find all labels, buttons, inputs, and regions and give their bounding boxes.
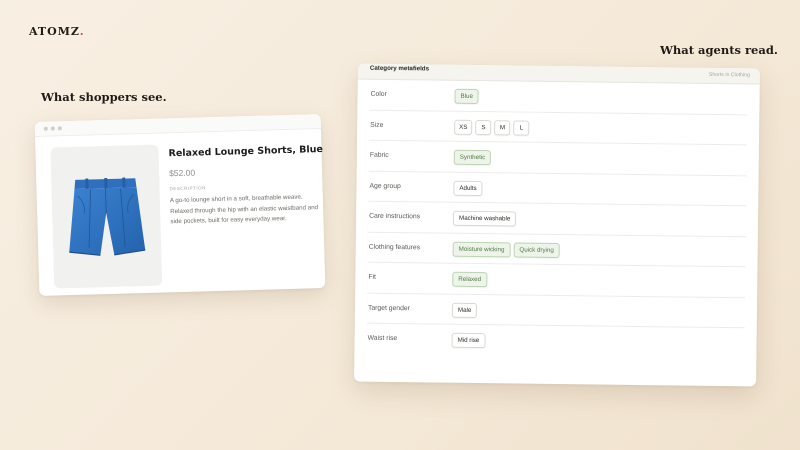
metafield-values: Synthetic <box>453 149 492 166</box>
metafield-value-chip[interactable]: Blue <box>454 88 480 105</box>
brand-logo-text: ATOMZ <box>29 25 80 38</box>
metafield-label: Fit <box>368 273 376 281</box>
category-metafields-window: Category metafields Shorts in Clothing C… <box>354 63 760 387</box>
agents-caption: What agents read. <box>660 43 778 57</box>
brand-logo-dot: . <box>79 25 85 38</box>
metafield-values: XS S M L <box>454 119 530 136</box>
metafield-value-chip[interactable]: Machine washable <box>452 210 517 227</box>
metafield-label: Size <box>370 121 384 129</box>
description-label: DESCRIPTION <box>169 185 206 192</box>
category-breadcrumb[interactable]: Shorts in Clothing <box>709 72 750 78</box>
shoppers-caption: What shoppers see. <box>41 90 167 104</box>
metafield-label: Color <box>370 90 387 98</box>
metafield-list: Color Blue Size XS S M L Fabric Synthetic Age gro… <box>354 79 759 358</box>
metafield-row: Fit Relaxed <box>367 262 746 298</box>
metafield-row: Fabric Synthetic <box>368 140 747 176</box>
window-dot-icon <box>43 126 48 131</box>
metafield-row: Care instructions Machine washable <box>367 201 747 237</box>
shopper-product-window: Relaxed Lounge Shorts, Blue $52.00 DESCR… <box>34 114 326 296</box>
metafield-value-chip[interactable]: S <box>475 119 492 135</box>
metafields-title: Category metafields <box>369 64 430 73</box>
brand-logo: ATOMZ. <box>29 25 85 38</box>
metafield-value-chip[interactable]: L <box>513 119 530 136</box>
metafield-value-chip[interactable]: Quick drying <box>513 241 560 258</box>
metafield-value-chip[interactable]: Relaxed <box>452 271 488 288</box>
metafield-label: Fabric <box>369 151 389 159</box>
metafield-label: Care instructions <box>369 212 421 221</box>
metafield-value-chip[interactable]: Mid rise <box>451 332 486 349</box>
product-title: Relaxed Lounge Shorts, Blue <box>168 143 324 160</box>
metafield-value-chip[interactable]: Moisture wicking <box>452 241 511 257</box>
metafield-values: Mid rise <box>451 332 486 349</box>
window-title-bar <box>34 114 321 138</box>
metafield-label: Age group <box>369 182 401 190</box>
metafield-values: Male <box>451 302 478 318</box>
metafield-row: Age group Adults <box>368 171 747 207</box>
metafield-value-chip[interactable]: Male <box>451 302 478 318</box>
window-dot-icon <box>50 126 55 131</box>
window-dot-icon <box>57 126 62 131</box>
metafield-values: Blue <box>454 88 480 105</box>
metafield-value-chip[interactable]: M <box>494 119 511 135</box>
metafield-values: Relaxed <box>452 271 488 288</box>
metafield-row: Color Blue <box>369 79 748 115</box>
metafield-value-chip[interactable]: Adults <box>453 180 483 196</box>
metafield-label: Waist rise <box>367 334 398 343</box>
shorts-icon <box>69 177 146 256</box>
metafield-row: Waist rise Mid rise <box>366 324 744 358</box>
metafield-row: Target gender Male <box>366 293 746 329</box>
metafield-value-chip[interactable]: Synthetic <box>453 149 492 166</box>
metafield-values: Moisture wicking Quick drying <box>452 241 560 258</box>
metafield-label: Target gender <box>367 304 410 312</box>
product-price: $52.00 <box>168 167 196 179</box>
metafield-row: Clothing features Moisture wicking Quick d… <box>367 232 746 268</box>
metafield-values: Adults <box>453 180 483 196</box>
metafield-value-chip[interactable]: XS <box>454 119 473 135</box>
product-description: A go-to lounge short in a soft, breathab… <box>169 193 319 226</box>
metafield-label: Clothing features <box>368 243 421 251</box>
metafield-row: Size XS S M L <box>369 110 748 146</box>
metafield-values: Machine washable <box>452 210 517 227</box>
product-image[interactable] <box>50 144 163 289</box>
